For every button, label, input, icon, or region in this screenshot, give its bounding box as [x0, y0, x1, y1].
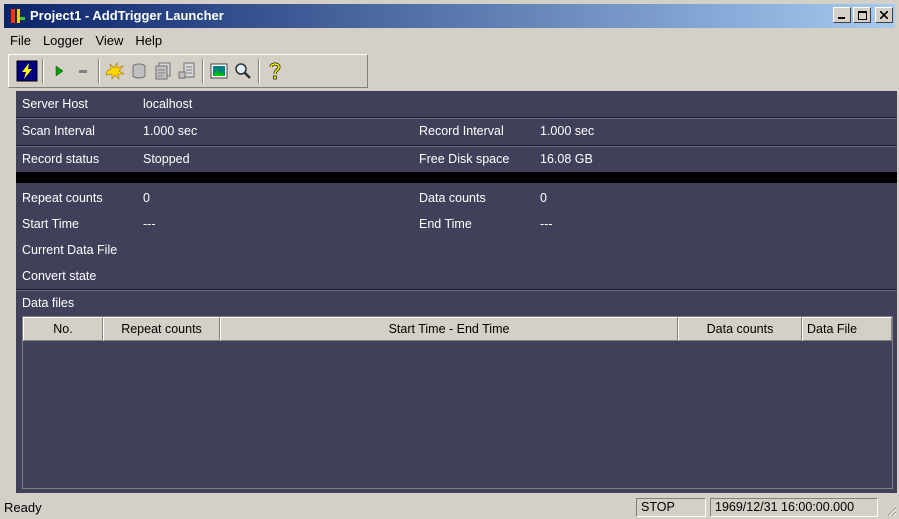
free-disk-label: Free Disk space — [419, 152, 510, 166]
maximize-button[interactable] — [853, 7, 871, 23]
minimize-icon — [838, 17, 845, 19]
status-ready-text: Ready — [4, 500, 42, 515]
server-host-row: Server Host localhost — [16, 91, 897, 119]
counts-row: Repeat counts 0 Data counts 0 — [16, 185, 897, 213]
app-window: Project1 - AddTrigger Launcher File Logg… — [0, 0, 899, 519]
convert-state-row: Convert state — [16, 263, 897, 291]
column-header-repeat-counts[interactable]: Repeat counts — [103, 317, 220, 341]
graph-button[interactable] — [207, 59, 231, 83]
lightning-icon — [16, 60, 38, 82]
play-icon — [55, 65, 64, 77]
start-button[interactable] — [47, 59, 71, 83]
progress-bar — [16, 172, 897, 183]
export-button[interactable] — [175, 59, 199, 83]
interval-row: Scan Interval 1.000 sec Record Interval … — [16, 118, 897, 146]
record-interval-value: 1.000 sec — [540, 124, 595, 138]
repeat-counts-label: Repeat counts — [22, 191, 103, 205]
status-mode: STOP — [636, 498, 706, 517]
start-time-label: Start Time — [22, 217, 79, 231]
end-time-value: --- — [540, 217, 553, 231]
toolbar-separator — [202, 59, 204, 83]
toolbar-separator — [98, 59, 100, 83]
database-button[interactable] — [127, 59, 151, 83]
column-header-data-counts[interactable]: Data counts — [678, 317, 802, 341]
start-time-value: --- — [143, 217, 156, 231]
scan-interval-label: Scan Interval — [22, 124, 95, 138]
app-logo-icon — [11, 9, 25, 23]
window-title: Project1 - AddTrigger Launcher — [30, 8, 224, 23]
sparkle-icon — [105, 62, 125, 80]
menu-logger[interactable]: Logger — [37, 30, 89, 52]
menu-help[interactable]: Help — [129, 30, 168, 52]
toolbar-separator — [42, 59, 44, 83]
toolbar-separator — [258, 59, 260, 83]
convert-state-label: Convert state — [22, 269, 97, 283]
scan-interval-value: 1.000 sec — [143, 124, 198, 138]
minimize-button[interactable] — [833, 7, 851, 23]
column-header-start-end-time[interactable]: Start Time - End Time — [220, 317, 678, 341]
status-bar: Ready STOP 1969/12/31 16:00:00.000 — [0, 496, 899, 519]
title-bar[interactable]: Project1 - AddTrigger Launcher — [4, 4, 895, 28]
record-interval-label: Record Interval — [419, 124, 504, 138]
search-button[interactable] — [231, 59, 255, 83]
connect-button[interactable] — [15, 59, 39, 83]
free-disk-value: 16.08 GB — [540, 152, 593, 166]
data-counts-label: Data counts — [419, 191, 486, 205]
end-time-label: End Time — [419, 217, 472, 231]
toolbar — [8, 54, 368, 88]
column-header-no[interactable]: No. — [23, 317, 103, 341]
stop-icon — [79, 70, 87, 73]
record-status-row: Record status Stopped Free Disk space 16… — [16, 146, 897, 174]
record-status-label: Record status — [22, 152, 100, 166]
current-data-file-label: Current Data File — [22, 243, 118, 257]
server-host-value: localhost — [143, 97, 193, 111]
documents-button[interactable] — [151, 59, 175, 83]
status-datetime: 1969/12/31 16:00:00.000 — [710, 498, 878, 517]
resize-grip-icon[interactable] — [885, 505, 897, 517]
data-files-table[interactable]: No. Repeat counts Start Time - End Time … — [22, 316, 893, 489]
close-icon — [880, 11, 888, 19]
record-status-value: Stopped — [143, 152, 190, 166]
document-export-icon — [178, 62, 195, 79]
database-icon — [132, 63, 146, 79]
magnifier-icon — [235, 63, 251, 79]
data-counts-value: 0 — [540, 191, 547, 205]
menu-file[interactable]: File — [4, 30, 37, 52]
maximize-icon — [857, 10, 867, 20]
trigger-button[interactable] — [103, 59, 127, 83]
repeat-counts-value: 0 — [143, 191, 150, 205]
current-file-row: Current Data File — [16, 237, 897, 265]
time-row: Start Time --- End Time --- — [16, 211, 897, 239]
document-stack-icon — [155, 62, 171, 80]
data-files-heading-row: Data files — [16, 290, 897, 318]
help-icon — [269, 62, 281, 80]
menu-bar: File Logger View Help — [4, 30, 168, 52]
picture-icon — [210, 63, 228, 79]
column-header-data-file[interactable]: Data File — [802, 317, 892, 341]
menu-view[interactable]: View — [89, 30, 129, 52]
info-panel: Server Host localhost Scan Interval 1.00… — [16, 91, 897, 493]
close-button[interactable] — [875, 7, 893, 23]
table-header: No. Repeat counts Start Time - End Time … — [23, 317, 892, 341]
stop-button[interactable] — [71, 59, 95, 83]
help-button[interactable] — [263, 59, 287, 83]
server-host-label: Server Host — [22, 97, 88, 111]
data-files-title: Data files — [22, 296, 75, 310]
